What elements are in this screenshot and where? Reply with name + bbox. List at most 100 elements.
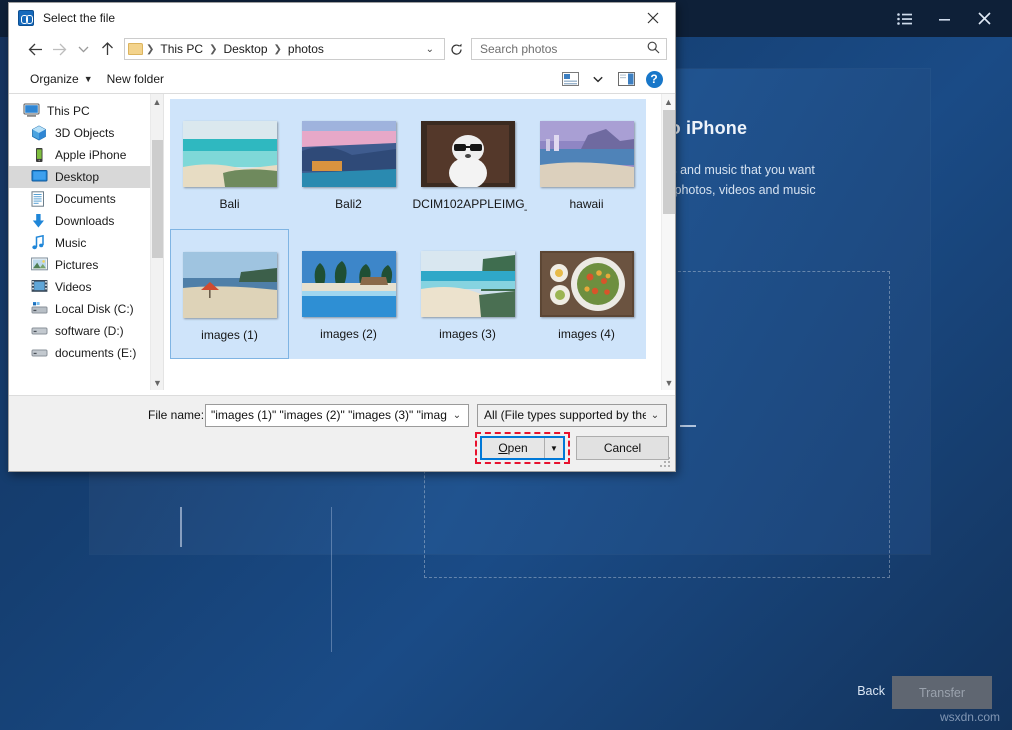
file-tile-images-4[interactable]: images (4) [527, 229, 646, 359]
sidebar-item-label: documents (E:) [55, 346, 136, 360]
file-label: DCIM102APPLEIMG_2739 [413, 197, 523, 212]
breadcrumb-item-desktop[interactable]: Desktop [218, 42, 272, 56]
refresh-icon[interactable] [445, 38, 467, 60]
breadcrumb-item-photos[interactable]: photos [283, 42, 329, 56]
file-tile-images-2[interactable]: images (2) [289, 229, 408, 359]
sidebar-item-software-d[interactable]: software (D:) [9, 320, 163, 342]
search-box[interactable] [471, 38, 667, 60]
file-tile-partial[interactable] [170, 359, 289, 389]
navigation-tree: This PC 3D Objects [9, 94, 164, 390]
file-thumbnail [183, 252, 277, 318]
new-folder-button[interactable]: New folder [100, 70, 171, 88]
tree-scrollbar-thumb[interactable] [152, 140, 163, 258]
file-tile-partial[interactable] [289, 359, 408, 389]
arrow-left-icon[interactable] [23, 37, 47, 61]
cancel-button[interactable]: Cancel [576, 436, 669, 460]
chevron-up-icon[interactable]: ▲ [662, 94, 675, 109]
file-tile-bali[interactable]: Bali [170, 99, 289, 229]
list-icon[interactable] [884, 0, 924, 37]
breadcrumb-separator: ❯ [208, 44, 218, 55]
open-button-rest: pen [508, 441, 528, 455]
sidebar-item-downloads[interactable]: Downloads [9, 210, 163, 232]
toolbar-right-group: ? [557, 68, 667, 90]
chevron-down-icon[interactable]: ⌄ [448, 410, 466, 421]
file-label: Bali [175, 197, 285, 212]
file-name-value: "images (1)" "images (2)" "images (3)" "… [211, 408, 448, 422]
file-tile-partial[interactable] [527, 359, 646, 389]
file-tile-partial[interactable] [408, 359, 527, 389]
sidebar-item-videos[interactable]: Videos [9, 276, 163, 298]
sidebar-item-label: Pictures [55, 258, 98, 272]
tree-scrollbar[interactable]: ▲ ▼ [150, 94, 163, 390]
chevron-up-icon[interactable]: ▲ [151, 94, 163, 109]
dialog-button-row: Open ▼ Cancel [9, 432, 675, 464]
organize-button[interactable]: Organize ▼ [23, 70, 100, 88]
chevron-down-icon[interactable]: ▼ [662, 375, 675, 390]
transfer-button[interactable]: Transfer [892, 676, 992, 709]
open-button[interactable]: Open ▼ [480, 436, 565, 460]
music-icon [31, 235, 48, 252]
file-name-row: File name: "images (1)" "images (2)" "im… [9, 403, 675, 427]
sidebar-item-label: 3D Objects [55, 126, 114, 140]
chevron-down-icon[interactable]: ⌄ [419, 44, 441, 55]
sidebar-item-label: This PC [47, 104, 90, 118]
search-input[interactable] [478, 41, 647, 57]
file-thumbnail [540, 251, 634, 317]
sidebar-item-documents-e[interactable]: documents (E:) [9, 342, 163, 364]
sidebar-item-label: Documents [55, 192, 116, 206]
chevron-down-icon[interactable] [71, 37, 95, 61]
file-tile-dcim102appleimg2739[interactable]: DCIM102APPLEIMG_2739 [408, 99, 527, 229]
sidebar-item-this-pc[interactable]: This PC [9, 100, 163, 122]
close-icon[interactable] [964, 0, 1004, 37]
resize-grip-icon[interactable] [660, 457, 671, 468]
file-tile-images-1[interactable]: images (1) [170, 229, 289, 359]
dialog-toolbar: Organize ▼ New folder [9, 65, 675, 94]
file-thumbnail [302, 121, 396, 187]
pictures-icon [31, 257, 48, 274]
file-thumbnail [183, 121, 277, 187]
help-icon[interactable]: ? [641, 68, 667, 90]
new-folder-label: New folder [107, 72, 164, 86]
file-list-scrollbar[interactable]: ▲ ▼ [661, 94, 675, 390]
local-disk-icon [31, 301, 48, 318]
navigation-bar: ❯ This PC ❯ Desktop ❯ photos ⌄ [9, 33, 675, 65]
file-tile-hawaii[interactable]: hawaii [527, 99, 646, 229]
preview-pane-icon[interactable] [613, 68, 639, 90]
app-icon [18, 10, 34, 26]
address-bar[interactable]: ❯ This PC ❯ Desktop ❯ photos ⌄ [124, 38, 445, 60]
file-name-input[interactable]: "images (1)" "images (2)" "images (3)" "… [205, 404, 469, 427]
open-split-caret-icon[interactable]: ▼ [544, 438, 563, 458]
file-tile-bali2[interactable]: Bali2 [289, 99, 408, 229]
file-list-scrollbar-thumb[interactable] [663, 110, 675, 214]
breadcrumb-separator: ❯ [145, 44, 155, 55]
file-label: Bali2 [294, 197, 404, 212]
sidebar-item-pictures[interactable]: Pictures [9, 254, 163, 276]
open-button-label[interactable]: Open [482, 438, 544, 458]
file-type-select[interactable]: All (File types supported by the ⌄ [477, 404, 667, 427]
sidebar-item-desktop[interactable]: Desktop [9, 166, 163, 188]
sidebar-item-label: Desktop [55, 170, 99, 184]
file-thumbnail [421, 251, 515, 317]
back-link[interactable]: Back [857, 684, 885, 698]
chevron-down-icon: ▼ [84, 74, 93, 84]
sidebar-item-label: Music [55, 236, 86, 250]
minimize-icon[interactable] [924, 0, 964, 37]
file-thumbnail [302, 251, 396, 317]
chevron-down-icon[interactable]: ⌄ [646, 410, 664, 421]
sidebar-item-label: Videos [55, 280, 91, 294]
sidebar-item-music[interactable]: Music [9, 232, 163, 254]
close-icon[interactable] [631, 3, 675, 33]
sidebar-item-3d-objects[interactable]: 3D Objects [9, 122, 163, 144]
arrow-up-icon[interactable] [95, 37, 119, 61]
file-tile-images-3[interactable]: images (3) [408, 229, 527, 359]
file-list-pane[interactable]: Bali Bali2 [164, 94, 675, 390]
chevron-down-icon[interactable] [585, 68, 611, 90]
sidebar-item-documents[interactable]: Documents [9, 188, 163, 210]
breadcrumb-item-this-pc[interactable]: This PC [155, 42, 208, 56]
search-icon[interactable] [647, 41, 660, 57]
sidebar-item-local-disk-c[interactable]: Local Disk (C:) [9, 298, 163, 320]
background-window-controls [884, 0, 1004, 37]
chevron-down-icon[interactable]: ▼ [151, 375, 164, 390]
view-layout-icon[interactable] [557, 68, 583, 90]
sidebar-item-apple-iphone[interactable]: Apple iPhone [9, 144, 163, 166]
